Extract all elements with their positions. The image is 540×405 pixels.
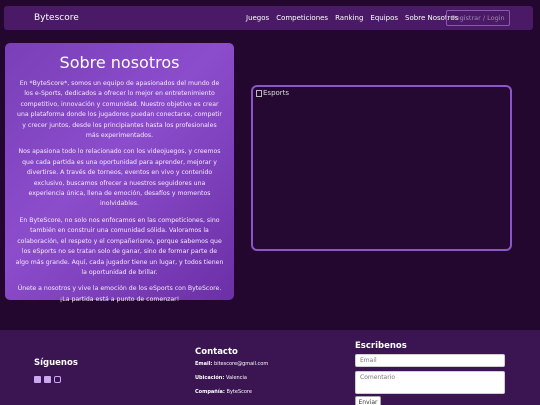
contact-company-value: ByteScore bbox=[226, 389, 252, 395]
nav-link-equipos[interactable]: Equipos bbox=[370, 14, 398, 22]
email-field[interactable]: Email bbox=[355, 354, 505, 367]
about-card: Sobre nosotros En *ByteScore*, somos un … bbox=[5, 43, 234, 303]
nav-links: Juegos Competiciones Ranking Equipos Sob… bbox=[246, 14, 465, 22]
follow-title: Síguenos bbox=[34, 358, 78, 368]
about-paragraph-3: En ByteScore, no solo nos enfocamos en l… bbox=[15, 216, 224, 276]
brand-logo[interactable]: Bytescore bbox=[34, 13, 79, 23]
contact-company-label: Compañía: bbox=[195, 389, 225, 395]
twitter-icon[interactable] bbox=[44, 376, 51, 383]
esports-image-frame: Esports bbox=[251, 85, 512, 251]
contact-title: Contacto bbox=[195, 347, 238, 357]
about-paragraph-4: Únete a nosotros y vive la emoción de lo… bbox=[17, 285, 222, 303]
contact-location-label: Ubicación: bbox=[195, 375, 225, 381]
contact-email-value: bitescore@gmail.com bbox=[214, 361, 269, 367]
comment-field[interactable]: Comentario bbox=[355, 371, 505, 394]
esports-image-alt: Esports bbox=[263, 89, 290, 97]
page-title: Sobre nosotros bbox=[59, 53, 180, 72]
esports-image: Esports bbox=[256, 89, 289, 97]
login-button[interactable]: Registrar / Login bbox=[446, 10, 510, 26]
nav-link-juegos[interactable]: Juegos bbox=[246, 14, 269, 22]
instagram-icon[interactable] bbox=[54, 376, 61, 383]
about-paragraph-1: En *ByteScore*, somos un equipo de apasi… bbox=[17, 80, 222, 140]
broken-image-icon bbox=[256, 89, 262, 97]
contact-location: Ubicación: Valencia bbox=[195, 375, 247, 381]
contact-location-value: Valencia bbox=[225, 375, 247, 381]
contact-email: Email: bitescore@gmail.com bbox=[195, 361, 268, 367]
nav-link-competiciones[interactable]: Competiciones bbox=[276, 14, 328, 22]
contact-company: Compañía: ByteScore bbox=[195, 389, 252, 395]
nav-link-ranking[interactable]: Ranking bbox=[335, 14, 363, 22]
navbar: Bytescore Juegos Competiciones Ranking E… bbox=[4, 6, 533, 30]
send-button[interactable]: Enviar bbox=[355, 396, 381, 405]
contact-email-label: Email: bbox=[195, 361, 213, 367]
write-title: Escribenos bbox=[355, 341, 407, 351]
social-links bbox=[34, 376, 61, 383]
twitch-icon[interactable] bbox=[34, 376, 41, 383]
about-paragraph-2: Nos apasiona todo lo relacionado con los… bbox=[18, 148, 221, 208]
